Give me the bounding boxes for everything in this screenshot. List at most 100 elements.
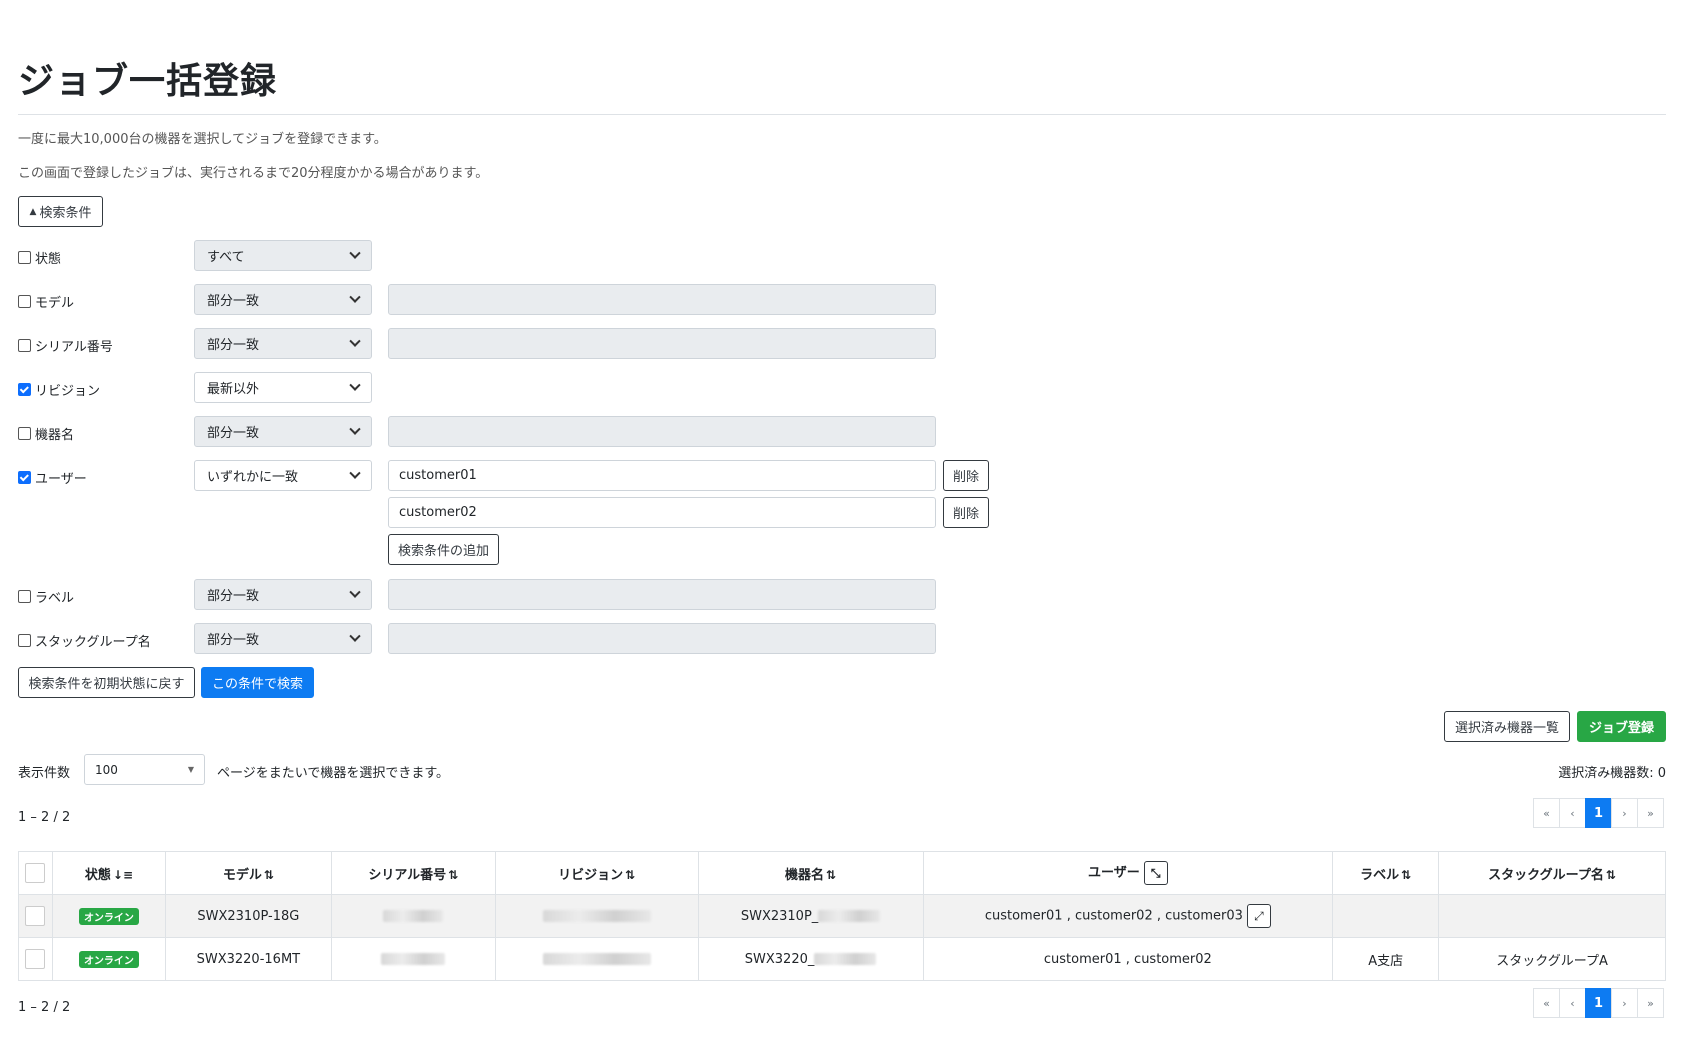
- pager-first-button[interactable]: «: [1533, 798, 1560, 828]
- filter-user-checkbox[interactable]: [18, 471, 31, 484]
- selected-devices-list-button[interactable]: 選択済み機器一覧: [1444, 711, 1570, 742]
- filter-label-input[interactable]: [388, 579, 936, 610]
- table-header-row: 状態 ↓≡ モデル ⇅ シリアル番号 ⇅ リビジョン ⇅ 機器名 ⇅ ユーザー ⤡ ラベル ⇅…: [18, 851, 1666, 895]
- pager-first-button[interactable]: «: [1533, 988, 1560, 1018]
- pager-last-button[interactable]: »: [1637, 798, 1664, 828]
- label-cell: A支店: [1332, 937, 1440, 981]
- sort-icon: ⇅: [263, 867, 274, 882]
- filter-model-checkbox-row[interactable]: モデル: [18, 292, 74, 311]
- select-all-cell: [18, 851, 53, 895]
- header-label[interactable]: ラベル ⇅: [1332, 851, 1440, 895]
- filter-stack-group-select[interactable]: 部分一致: [194, 623, 372, 654]
- select-value: 部分一致: [207, 426, 260, 441]
- add-search-condition-button[interactable]: 検索条件の追加: [388, 534, 499, 565]
- chevron-down-icon: [349, 379, 361, 391]
- filter-status-select[interactable]: すべて: [194, 240, 372, 271]
- reset-conditions-button[interactable]: 検索条件を初期状態に戻す: [18, 667, 195, 698]
- filter-label-checkbox-row[interactable]: ラベル: [18, 587, 74, 606]
- select-value: すべて: [207, 250, 245, 265]
- filter-serial-checkbox[interactable]: [18, 339, 31, 352]
- filter-model-input[interactable]: [388, 284, 936, 315]
- collapse-icon[interactable]: ⤡: [1143, 861, 1168, 885]
- header-user-label: ユーザー: [1087, 865, 1140, 881]
- header-revision[interactable]: リビジョン ⇅: [494, 851, 699, 895]
- user-cell: customer01 , customer02 , customer03 ⤢: [922, 894, 1334, 938]
- filter-device-name-checkbox-row[interactable]: 機器名: [18, 424, 74, 443]
- info-note-max-devices: 一度に最大10,000台の機器を選択してジョブを登録できます。: [18, 132, 387, 147]
- header-stack-group[interactable]: スタックグループ名 ⇅: [1438, 851, 1666, 895]
- filter-stack-group-checkbox-row[interactable]: スタックグループ名: [18, 631, 151, 650]
- per-page-select[interactable]: 100 ▼: [84, 754, 205, 785]
- header-model-label: モデル: [222, 867, 262, 883]
- header-device-name-label: 機器名: [785, 867, 825, 883]
- stack-group-cell: スタックグループA: [1438, 937, 1666, 981]
- filter-device-name-select[interactable]: 部分一致: [194, 416, 372, 447]
- pager-prev-button[interactable]: ‹: [1559, 988, 1586, 1018]
- filter-serial-checkbox-row[interactable]: シリアル番号: [18, 336, 113, 355]
- filter-revision-checkbox-row[interactable]: リビジョン: [18, 380, 100, 399]
- expand-icon[interactable]: ⤢: [1246, 904, 1271, 928]
- header-device-name[interactable]: 機器名 ⇅: [697, 851, 924, 895]
- sort-icon: ↓≡: [112, 867, 133, 882]
- pager-next-button[interactable]: ›: [1611, 988, 1638, 1018]
- filter-user-input-1[interactable]: customer01: [388, 460, 936, 491]
- header-label-label: ラベル: [1360, 867, 1400, 883]
- sort-icon: ⇅: [1605, 867, 1616, 882]
- filter-model-checkbox[interactable]: [18, 295, 31, 308]
- filter-device-name-checkbox[interactable]: [18, 427, 31, 440]
- filter-stack-group-checkbox[interactable]: [18, 634, 31, 647]
- serial-cell: [330, 894, 496, 938]
- select-value: いずれかに一致: [207, 470, 299, 485]
- filter-user-input-2[interactable]: customer02: [388, 497, 936, 528]
- search-conditions-toggle-button[interactable]: ▲ 検索条件: [18, 196, 103, 227]
- filter-device-name-input[interactable]: [388, 416, 936, 447]
- pager-last-button[interactable]: »: [1637, 988, 1664, 1018]
- chevron-down-icon: [349, 586, 361, 598]
- register-job-button[interactable]: ジョブ登録: [1577, 711, 1666, 742]
- filter-device-name-label: 機器名: [35, 428, 75, 443]
- row-checkbox[interactable]: [25, 906, 46, 926]
- filter-revision-checkbox[interactable]: [18, 383, 31, 396]
- revision-cell: [494, 894, 699, 938]
- chevron-up-icon: ▲: [29, 206, 37, 217]
- sort-icon: ⇅: [625, 867, 636, 882]
- pager-page-1[interactable]: 1: [1585, 798, 1612, 828]
- pager-prev-button[interactable]: ‹: [1559, 798, 1586, 828]
- table-row[interactable]: オンライン SWX2310P-18G SWX2310P_ customer01 …: [18, 894, 1666, 938]
- filter-status-checkbox[interactable]: [18, 251, 31, 264]
- filter-label-checkbox[interactable]: [18, 590, 31, 603]
- redacted-revision: [542, 953, 651, 965]
- header-user: ユーザー ⤡: [922, 851, 1334, 895]
- search-button[interactable]: この条件で検索: [201, 667, 314, 698]
- select-value: 最新以外: [207, 382, 260, 397]
- page-title: ジョブ一括登録: [18, 61, 278, 102]
- redacted-revision: [542, 910, 651, 922]
- row-select-cell: [18, 937, 53, 981]
- filter-model-select[interactable]: 部分一致: [194, 284, 372, 315]
- redacted-serial: [383, 910, 444, 922]
- devices-table: 状態 ↓≡ モデル ⇅ シリアル番号 ⇅ リビジョン ⇅ 機器名 ⇅ ユーザー ⤡ ラベル ⇅…: [18, 851, 1666, 981]
- filter-revision-label: リビジョン: [35, 384, 101, 399]
- pager-page-1[interactable]: 1: [1585, 988, 1612, 1018]
- row-checkbox[interactable]: [25, 949, 46, 969]
- header-serial[interactable]: シリアル番号 ⇅: [330, 851, 496, 895]
- filter-revision-select[interactable]: 最新以外: [194, 372, 372, 403]
- table-row[interactable]: オンライン SWX3220-16MT SWX3220_ customer01 ,…: [18, 937, 1666, 981]
- filter-user-delete-button-2[interactable]: 削除: [943, 497, 989, 528]
- filter-user-delete-button-1[interactable]: 削除: [943, 460, 989, 491]
- user-cell: customer01 , customer02: [922, 937, 1334, 981]
- header-model[interactable]: モデル ⇅: [164, 851, 332, 895]
- filter-stack-group-input[interactable]: [388, 623, 936, 654]
- header-status[interactable]: 状態 ↓≡: [51, 851, 166, 895]
- stack-group-cell: [1438, 894, 1666, 938]
- select-value: 部分一致: [207, 294, 260, 309]
- filter-label-select[interactable]: 部分一致: [194, 579, 372, 610]
- filter-user-checkbox-row[interactable]: ユーザー: [18, 468, 87, 487]
- filter-serial-select[interactable]: 部分一致: [194, 328, 372, 359]
- filter-user-select[interactable]: いずれかに一致: [194, 460, 372, 491]
- pager-next-button[interactable]: ›: [1611, 798, 1638, 828]
- model-cell: SWX3220-16MT: [164, 937, 332, 981]
- select-all-checkbox[interactable]: [25, 863, 46, 883]
- filter-status-checkbox-row[interactable]: 状態: [18, 248, 61, 267]
- filter-serial-input[interactable]: [388, 328, 936, 359]
